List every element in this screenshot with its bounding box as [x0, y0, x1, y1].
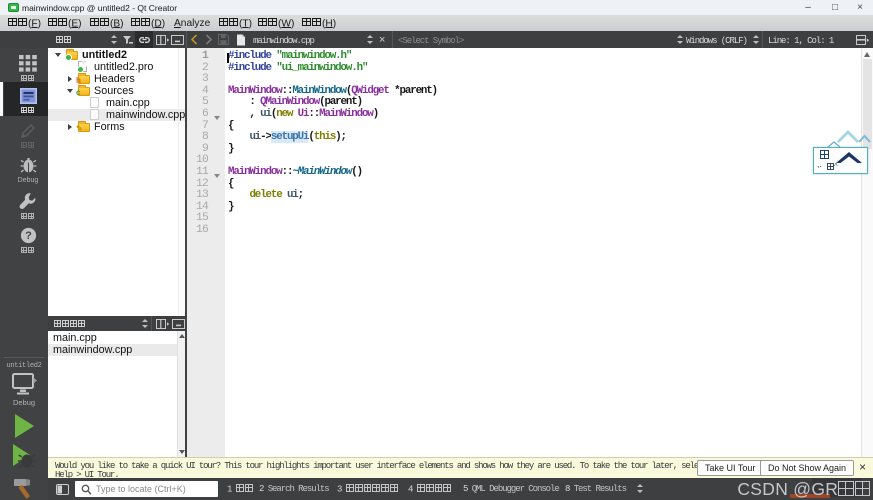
svg-text:?: ?: [25, 230, 32, 242]
